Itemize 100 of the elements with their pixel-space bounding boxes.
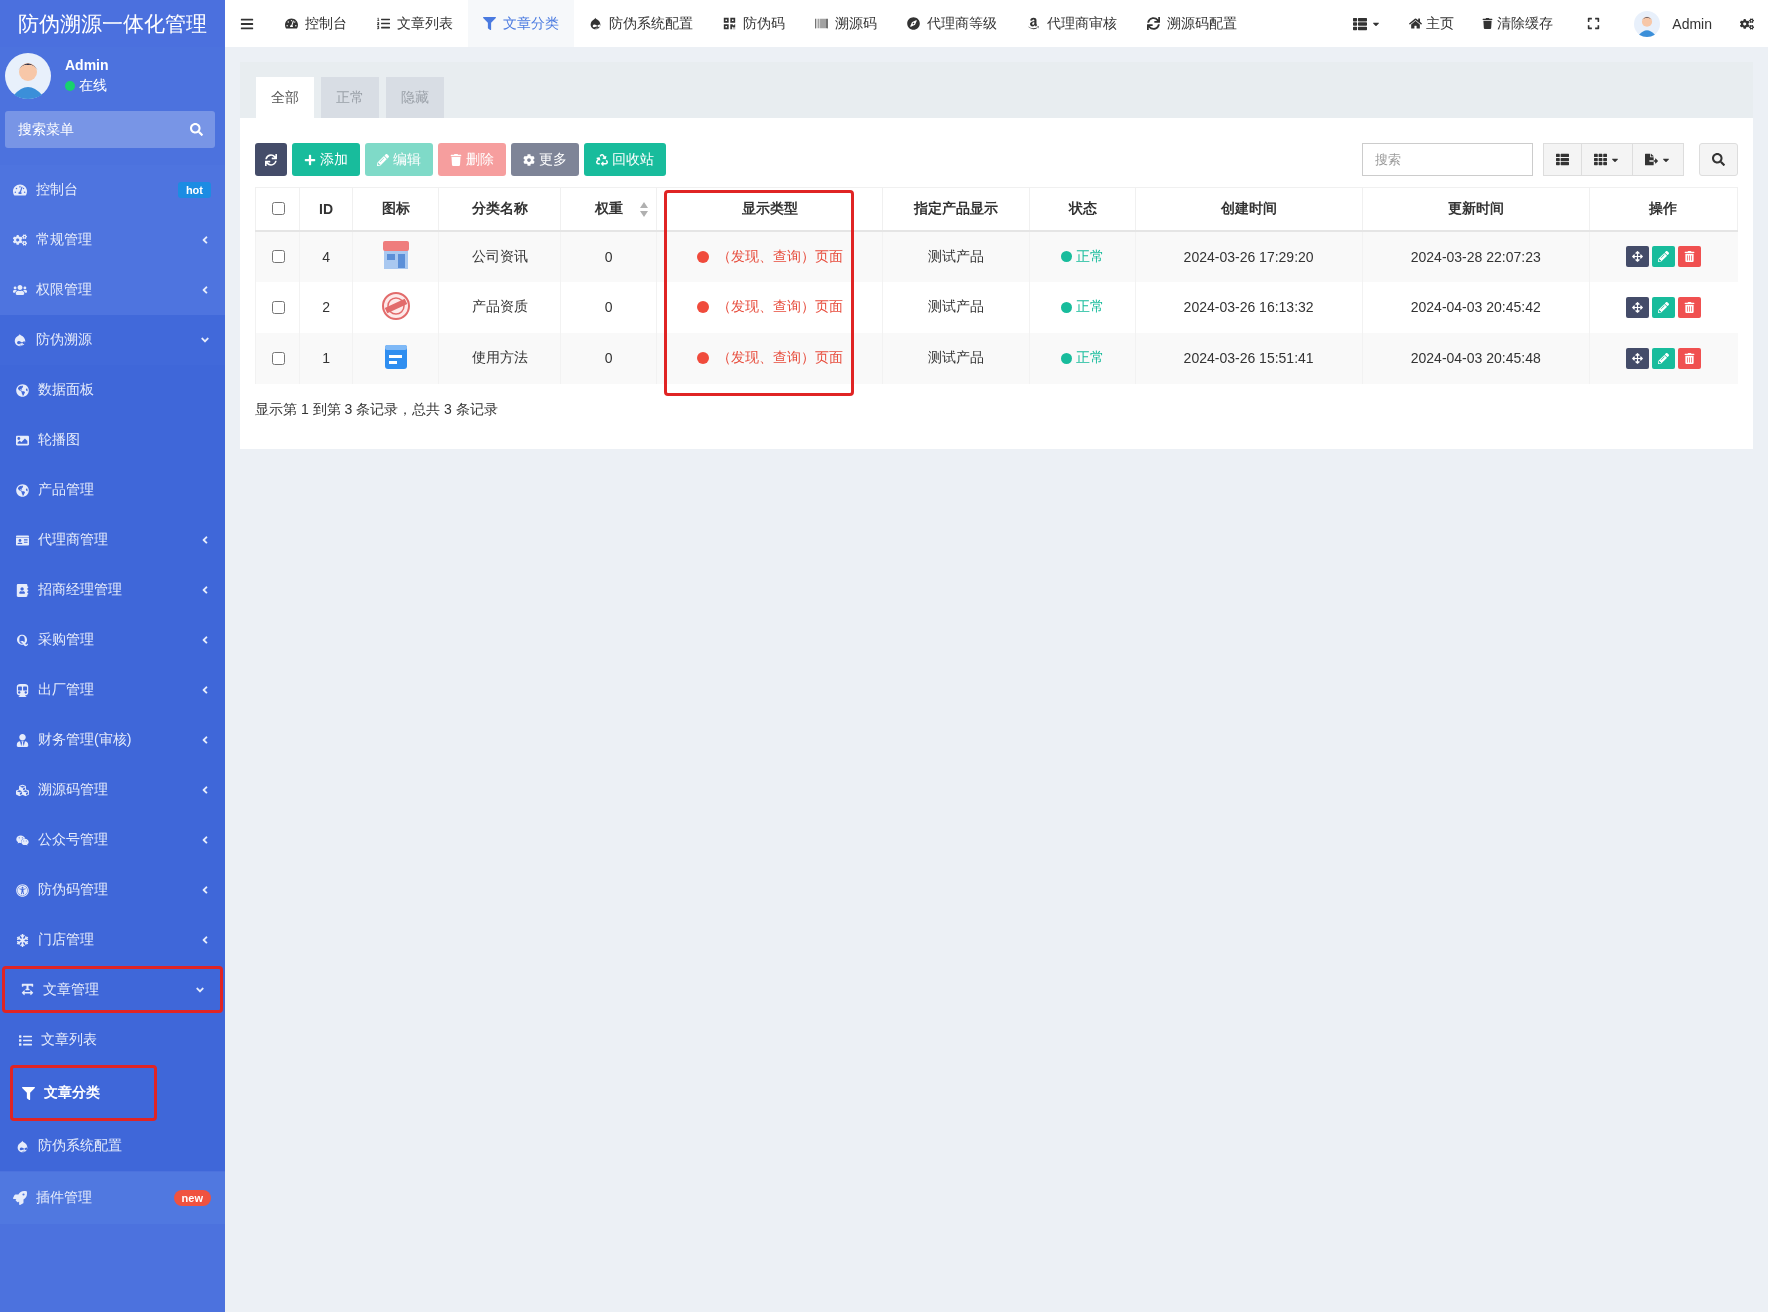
menu-icon xyxy=(16,633,29,647)
type-dot xyxy=(696,250,709,263)
sidebar-item[interactable]: 门店管理 xyxy=(0,915,225,965)
tab-icon xyxy=(815,17,828,30)
drag-button[interactable] xyxy=(1626,246,1650,267)
user-menu[interactable]: Admin xyxy=(1620,0,1726,47)
sidebar-item[interactable]: 代理商管理 xyxy=(0,515,225,565)
table-cell: 4 xyxy=(299,230,353,282)
refresh-button[interactable] xyxy=(255,143,287,176)
filter-tab[interactable]: 全部 xyxy=(256,77,314,118)
sidebar-item[interactable]: 公众号管理 xyxy=(0,815,225,865)
nav-tab[interactable]: 控制台 xyxy=(270,0,362,47)
row-checkbox[interactable] xyxy=(271,351,285,365)
sidebar-item[interactable]: 溯源码管理 xyxy=(0,765,225,815)
menu-icon xyxy=(16,733,29,747)
nav-tab[interactable]: 溯源码 xyxy=(800,0,892,47)
column-header: 更新时间 xyxy=(1362,187,1590,231)
sidebar-item[interactable]: 文章管理 xyxy=(2,966,223,1013)
trash-icon xyxy=(1482,18,1494,29)
user-name: Admin xyxy=(65,57,109,73)
status-dot xyxy=(1061,251,1072,262)
nav-tab[interactable]: 文章列表 xyxy=(362,0,468,47)
menu-icon xyxy=(13,1191,27,1205)
table-cell: 测试产品 xyxy=(882,332,1030,384)
delete-button[interactable] xyxy=(1678,347,1702,369)
select-all-checkbox[interactable] xyxy=(271,202,285,216)
status-dot xyxy=(1061,301,1072,313)
row-checkbox[interactable] xyxy=(271,250,285,263)
menu-icon xyxy=(16,933,29,947)
menu-badge: new xyxy=(173,1190,211,1206)
drag-button[interactable] xyxy=(1626,296,1650,318)
settings-icon xyxy=(1740,16,1754,31)
nav-tab[interactable]: 代理商等级 xyxy=(892,0,1012,47)
pencil-icon xyxy=(1658,251,1670,262)
columns-button[interactable] xyxy=(1581,143,1633,176)
tab-icon xyxy=(589,17,602,30)
row-checkbox[interactable] xyxy=(271,300,285,314)
menu-icon xyxy=(16,883,29,897)
type-dot xyxy=(696,301,709,313)
drag-button[interactable] xyxy=(1626,347,1650,369)
fullscreen-icon xyxy=(1587,17,1601,30)
menu-icon xyxy=(16,783,29,797)
clear-cache-button[interactable]: 清除缓存 xyxy=(1468,0,1568,47)
list-icon xyxy=(1353,16,1368,31)
nav-tab[interactable]: 文章分类 xyxy=(468,0,574,47)
trash-icon xyxy=(1684,301,1696,313)
recycle-bin-button[interactable]: 回收站 xyxy=(584,143,666,176)
pencil-icon xyxy=(1658,352,1670,364)
nav-tab[interactable]: 防伪码 xyxy=(708,0,800,47)
sort-icon xyxy=(640,202,649,217)
export-button[interactable] xyxy=(1632,143,1684,176)
menu-icon xyxy=(240,16,254,31)
status-text: 正常 xyxy=(1076,349,1104,367)
status-dot xyxy=(1061,352,1072,364)
trash-icon xyxy=(1684,251,1696,262)
more-button[interactable]: 更多 xyxy=(511,143,579,176)
search-button[interactable] xyxy=(1699,143,1738,176)
toggle-view-button[interactable] xyxy=(1543,143,1582,176)
table-cell: 测试产品 xyxy=(882,230,1030,282)
export-icon xyxy=(1645,153,1658,166)
type-dot xyxy=(696,352,709,364)
sidebar-item[interactable]: 出厂管理 xyxy=(0,665,225,715)
tab-icon xyxy=(1147,17,1160,30)
table-cell: 测试产品 xyxy=(882,281,1030,333)
add-button[interactable]: 添加 xyxy=(292,143,360,176)
sidebar-item[interactable]: 轮播图 xyxy=(0,415,225,465)
table-cell: 0 xyxy=(560,281,657,333)
sidebar-item[interactable]: 采购管理 xyxy=(0,615,225,665)
sidebar-item[interactable]: 产品管理 xyxy=(0,465,225,515)
menu-icon xyxy=(16,1139,29,1153)
sidebar-item[interactable]: 招商经理管理 xyxy=(0,565,225,615)
avatar xyxy=(5,53,51,99)
table-cell: 0 xyxy=(560,332,657,384)
column-header: 权重 xyxy=(560,187,657,231)
sidebar-item[interactable]: 插件管理 new xyxy=(0,1172,225,1224)
list-icon xyxy=(19,1033,32,1047)
delete-button[interactable] xyxy=(1678,296,1702,318)
search-field[interactable]: 搜索 xyxy=(1362,143,1533,176)
column-header: 操作 xyxy=(1589,187,1738,231)
home-link[interactable]: 主页 xyxy=(1395,0,1469,47)
sidebar-item[interactable]: 防伪码管理 xyxy=(0,865,225,915)
sidebar-item[interactable]: 防伪系统配置 xyxy=(0,1121,225,1171)
nav-tab[interactable]: 溯源码配置 xyxy=(1132,0,1252,47)
table-cell: 1 xyxy=(299,332,353,384)
user-status: 在线 xyxy=(79,77,107,95)
column-header: ID xyxy=(299,187,353,231)
tab-icon xyxy=(285,17,298,30)
nav-tab[interactable]: 代理商审核 xyxy=(1012,0,1132,47)
sidebar-item[interactable]: 文章列表 xyxy=(0,1015,225,1065)
sidebar-item[interactable]: 防伪溯源 xyxy=(0,315,225,365)
sidebar-item[interactable]: 财务管理(审核) xyxy=(0,715,225,765)
table-cell: 2024-04-03 20:45:42 xyxy=(1362,281,1590,333)
sidebar-item[interactable]: 文章分类 xyxy=(10,1065,157,1121)
move-icon xyxy=(1632,352,1644,364)
user-avatar xyxy=(1634,10,1661,37)
delete-button[interactable] xyxy=(1678,246,1702,267)
sidebar-item[interactable]: 数据面板 xyxy=(0,365,225,415)
menu-search-field[interactable]: 搜索菜单 xyxy=(5,111,215,148)
column-header: 创建时间 xyxy=(1135,187,1363,231)
nav-tab[interactable]: 防伪系统配置 xyxy=(574,0,708,47)
